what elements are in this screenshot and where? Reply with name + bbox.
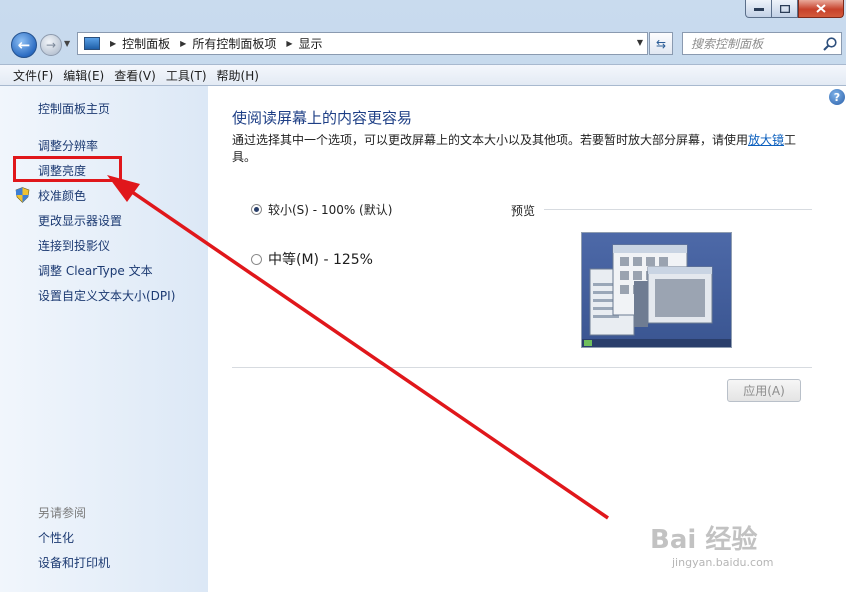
menu-help[interactable]: 帮助(H)	[217, 67, 259, 84]
back-button[interactable]: ←	[11, 32, 37, 58]
shield-icon	[15, 187, 30, 203]
close-icon	[816, 4, 826, 13]
sidebar-item-personalize[interactable]: 个性化	[38, 529, 74, 546]
page-title: 使阅读屏幕上的内容更容易	[232, 109, 413, 127]
sidebar-item-calibrate[interactable]: 校准颜色	[38, 187, 86, 204]
sidebar-item-devices-printers[interactable]: 设备和打印机	[38, 554, 110, 571]
option-medium[interactable]: 中等(M) - 125%	[251, 249, 373, 269]
help-icon[interactable]: ?	[829, 89, 845, 105]
option-medium-label[interactable]: 中等(M) - 125%	[268, 249, 373, 269]
sidebar-home-link[interactable]: 控制面板主页	[38, 100, 110, 117]
preview-divider	[544, 209, 812, 210]
chevron-right-icon[interactable]: ▶	[110, 39, 116, 48]
maximize-button[interactable]	[772, 0, 798, 18]
preview-desktop-icon	[582, 244, 731, 347]
preview-image	[581, 232, 732, 348]
sidebar-item-projector[interactable]: 连接到投影仪	[38, 237, 110, 254]
maximize-icon	[779, 4, 790, 13]
radio-selected-dot	[254, 207, 259, 212]
search-input[interactable]: 搜索控制面板	[682, 32, 842, 55]
annotation-highlight-box	[13, 156, 122, 182]
watermark-site: jingyan.baidu.com	[672, 556, 774, 569]
forward-arrow-icon: →	[45, 38, 57, 52]
sidebar-item-resolution[interactable]: 调整分辨率	[38, 137, 98, 154]
see-also-heading: 另请参阅	[38, 506, 87, 520]
sidebar-item-cleartype[interactable]: 调整 ClearType 文本	[38, 262, 153, 279]
menu-bar: 文件(F) 编辑(E) 查看(V) 工具(T) 帮助(H)	[0, 64, 846, 86]
menu-edit[interactable]: 编辑(E)	[63, 67, 104, 84]
chevron-right-icon[interactable]: ▶	[180, 39, 186, 48]
navigation-bar: ← → ▼ ▶ 控制面板 ▶ 所有控制面板项 ▶ 显示 ▼ ⇆ 搜索控制面板	[0, 26, 846, 62]
menu-tools[interactable]: 工具(T)	[166, 67, 207, 84]
apply-button[interactable]: 应用(A)	[727, 379, 801, 402]
magnifier-link[interactable]: 放大镜	[748, 133, 784, 147]
main-panel: ? 使阅读屏幕上的内容更容易 通过选择其中一个选项，可以更改屏幕上的文本大小以及…	[208, 86, 846, 592]
menu-view[interactable]: 查看(V)	[114, 67, 156, 84]
minimize-icon	[753, 7, 764, 11]
page-description: 通过选择其中一个选项，可以更改屏幕上的文本大小以及其他项。若要暂时放大部分屏幕，…	[232, 132, 802, 166]
search-placeholder: 搜索控制面板	[691, 37, 764, 51]
refresh-button[interactable]: ⇆	[649, 32, 673, 55]
history-dropdown-icon[interactable]: ▼	[64, 39, 70, 48]
back-arrow-icon: ←	[17, 36, 31, 54]
breadcrumb-item[interactable]: 控制面板	[122, 35, 170, 52]
address-bar[interactable]: ▶ 控制面板 ▶ 所有控制面板项 ▶ 显示 ▼	[77, 32, 648, 55]
radio-smaller[interactable]	[251, 204, 262, 215]
caption-buttons	[745, 0, 844, 19]
content-divider	[232, 367, 812, 368]
refresh-icon: ⇆	[655, 36, 667, 51]
window-frame: ← → ▼ ▶ 控制面板 ▶ 所有控制面板项 ▶ 显示 ▼ ⇆ 搜索控制面板 文…	[0, 0, 846, 592]
radio-medium[interactable]	[251, 253, 262, 265]
search-icon[interactable]	[822, 36, 838, 52]
option-smaller[interactable]: 较小(S) - 100% (默认)	[251, 201, 392, 218]
sidebar-item-monitor-settings[interactable]: 更改显示器设置	[38, 212, 122, 229]
forward-button[interactable]: →	[40, 34, 62, 56]
description-text: 通过选择其中一个选项，可以更改屏幕上的文本大小以及其他项。若要暂时放大部分屏幕，…	[232, 133, 749, 147]
address-dropdown-icon[interactable]: ▼	[637, 38, 643, 47]
menu-file[interactable]: 文件(F)	[13, 67, 53, 84]
sidebar-item-dpi[interactable]: 设置自定义文本大小(DPI)	[38, 287, 175, 304]
control-panel-icon	[84, 37, 100, 50]
chevron-right-icon[interactable]: ▶	[286, 39, 292, 48]
minimize-button[interactable]	[745, 0, 772, 18]
breadcrumb-item[interactable]: 所有控制面板项	[192, 35, 276, 52]
watermark-brand: Bai 经验	[650, 525, 758, 555]
option-smaller-label[interactable]: 较小(S) - 100% (默认)	[268, 201, 392, 218]
breadcrumb-item[interactable]: 显示	[299, 35, 323, 52]
preview-label: 预览	[511, 204, 536, 218]
close-button[interactable]	[798, 0, 844, 18]
